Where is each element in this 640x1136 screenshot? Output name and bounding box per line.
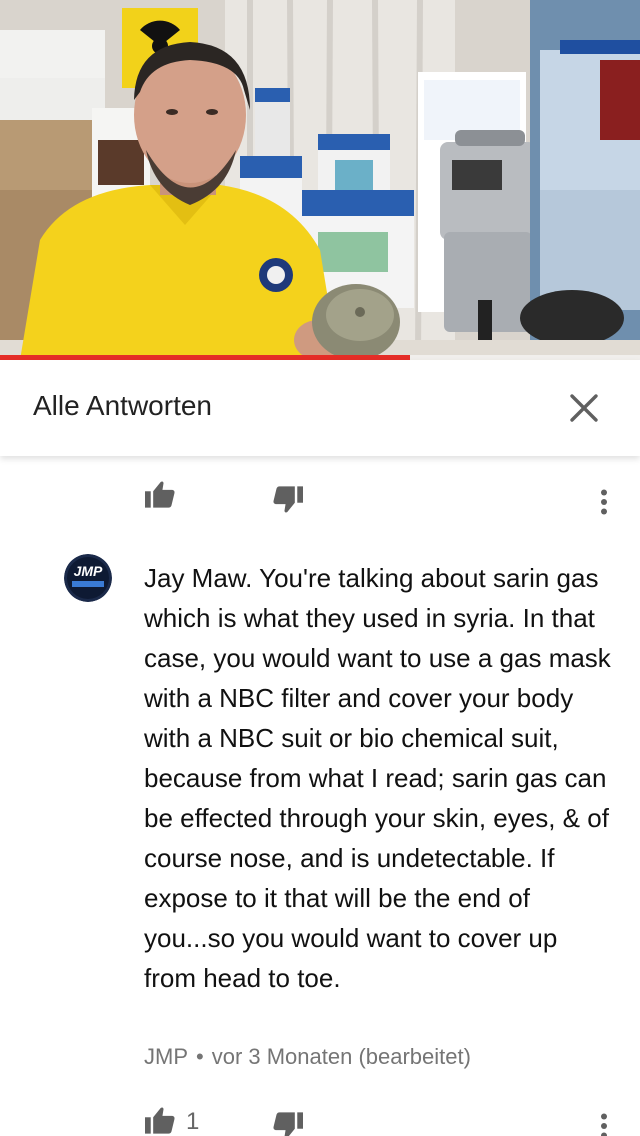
thumb-down-icon: [273, 1112, 303, 1136]
comment-meta: JMP • vor 3 Monaten (bearbeitet): [144, 1044, 471, 1070]
replies-list[interactable]: JMP Jay Maw. You're talking about sarin …: [0, 456, 640, 1136]
more-vertical-icon: [601, 489, 607, 515]
svg-text:JMP: JMP: [74, 563, 103, 579]
thumb-up-icon: [145, 481, 175, 508]
channel-avatar-icon: JMP: [64, 554, 112, 602]
like-button[interactable]: [140, 1100, 180, 1136]
meta-separator: •: [196, 1044, 204, 1069]
comment-time: vor 3 Monaten (bearbeitet): [211, 1044, 471, 1069]
thumb-down-icon: [273, 486, 303, 513]
replies-header: Alle Antworten: [0, 360, 640, 456]
dislike-button[interactable]: [268, 480, 308, 520]
video-frame: [0, 0, 640, 360]
video-player[interactable]: [0, 0, 640, 360]
like-count: 1: [186, 1108, 200, 1135]
page-title: Alle Antworten: [33, 390, 212, 421]
more-vertical-icon: [601, 1113, 607, 1136]
more-options-button[interactable]: [584, 1106, 624, 1136]
comment-text: Jay Maw. You're talking about sarin gas …: [144, 563, 611, 993]
close-button[interactable]: [560, 384, 608, 432]
close-icon: [570, 394, 598, 422]
avatar[interactable]: JMP: [64, 554, 112, 602]
previous-comment-actions: [0, 468, 640, 524]
thumb-up-icon: [145, 1107, 175, 1134]
comment-author[interactable]: JMP: [144, 1044, 188, 1069]
more-options-button[interactable]: [584, 482, 624, 522]
dislike-button[interactable]: [268, 1106, 308, 1136]
comment-actions: 1: [0, 1092, 640, 1136]
like-button[interactable]: [140, 474, 180, 514]
